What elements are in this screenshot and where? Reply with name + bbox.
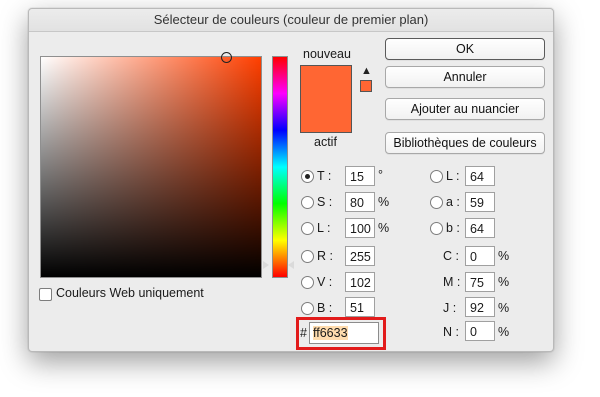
new-color-swatch: [300, 65, 352, 100]
hue-label: T :: [317, 169, 332, 183]
hue-slider[interactable]: [272, 56, 288, 278]
gamut-warning-icon[interactable]: ▲: [361, 66, 372, 77]
cyan-unit: %: [498, 249, 510, 263]
ok-button[interactable]: OK: [385, 38, 545, 60]
yellow-unit: %: [498, 301, 510, 315]
magenta-unit: %: [498, 275, 510, 289]
hue-slider-right-arrow[interactable]: [288, 261, 294, 269]
cyan-input[interactable]: 0: [465, 246, 495, 266]
blue-input[interactable]: 51: [345, 297, 375, 317]
gamut-correction-swatch[interactable]: [360, 80, 372, 92]
hue-unit: °: [378, 168, 383, 182]
hue-radio[interactable]: [301, 170, 314, 183]
color-picker-dialog: Sélecteur de couleurs (couleur de premie…: [28, 8, 554, 352]
color-field[interactable]: [40, 52, 262, 278]
yellow-label: J :: [443, 301, 457, 315]
new-color-label: nouveau: [303, 47, 351, 61]
cyan-label: C :: [443, 249, 459, 263]
lab-a-radio[interactable]: [430, 196, 443, 209]
lab-l-input[interactable]: 64: [465, 166, 495, 186]
saturation-label: S :: [317, 195, 333, 209]
lab-l-radio[interactable]: [430, 170, 443, 183]
lab-a-label: a :: [446, 195, 460, 209]
saturation-unit: %: [378, 195, 390, 209]
saturation-radio[interactable]: [301, 196, 314, 209]
saturation-input[interactable]: 80: [345, 192, 375, 212]
current-color-label: actif: [314, 135, 337, 149]
magenta-input[interactable]: 75: [465, 272, 495, 292]
hex-prefix: #: [300, 326, 307, 340]
color-libraries-button[interactable]: Bibliothèques de couleurs: [385, 132, 545, 154]
red-label: R :: [317, 249, 333, 263]
red-input[interactable]: 255: [345, 246, 375, 266]
color-field-cursor[interactable]: [221, 52, 232, 63]
brightness-radio[interactable]: [301, 222, 314, 235]
add-to-swatches-button[interactable]: Ajouter au nuancier: [385, 98, 545, 120]
hex-input[interactable]: ff6633: [309, 322, 379, 344]
web-colors-checkbox[interactable]: [39, 288, 52, 301]
lab-b-radio[interactable]: [430, 222, 443, 235]
brightness-input[interactable]: 100: [345, 218, 375, 238]
magenta-label: M :: [443, 275, 461, 289]
red-radio[interactable]: [301, 250, 314, 263]
hue-input[interactable]: 15: [345, 166, 375, 186]
cancel-button[interactable]: Annuler: [385, 66, 545, 88]
lab-a-input[interactable]: 59: [465, 192, 495, 212]
lab-l-label: L :: [446, 169, 460, 183]
black-unit: %: [498, 325, 510, 339]
window-title: Sélecteur de couleurs (couleur de premie…: [29, 9, 553, 32]
brightness-unit: %: [378, 221, 390, 235]
hex-input-value: ff6633: [313, 326, 348, 340]
current-color-swatch[interactable]: [300, 99, 352, 133]
green-input[interactable]: 102: [345, 272, 375, 292]
green-radio[interactable]: [301, 276, 314, 289]
brightness-label: L :: [317, 221, 331, 235]
green-label: V :: [317, 275, 333, 289]
blue-label: B :: [317, 301, 333, 315]
lab-b-label: b :: [446, 221, 460, 235]
black-input[interactable]: 0: [465, 321, 495, 341]
black-label: N :: [443, 325, 459, 339]
web-colors-label[interactable]: Couleurs Web uniquement: [56, 286, 204, 300]
yellow-input[interactable]: 92: [465, 297, 495, 317]
lab-b-input[interactable]: 64: [465, 218, 495, 238]
blue-radio[interactable]: [301, 302, 314, 315]
hue-slider-left-arrow[interactable]: [263, 261, 269, 269]
